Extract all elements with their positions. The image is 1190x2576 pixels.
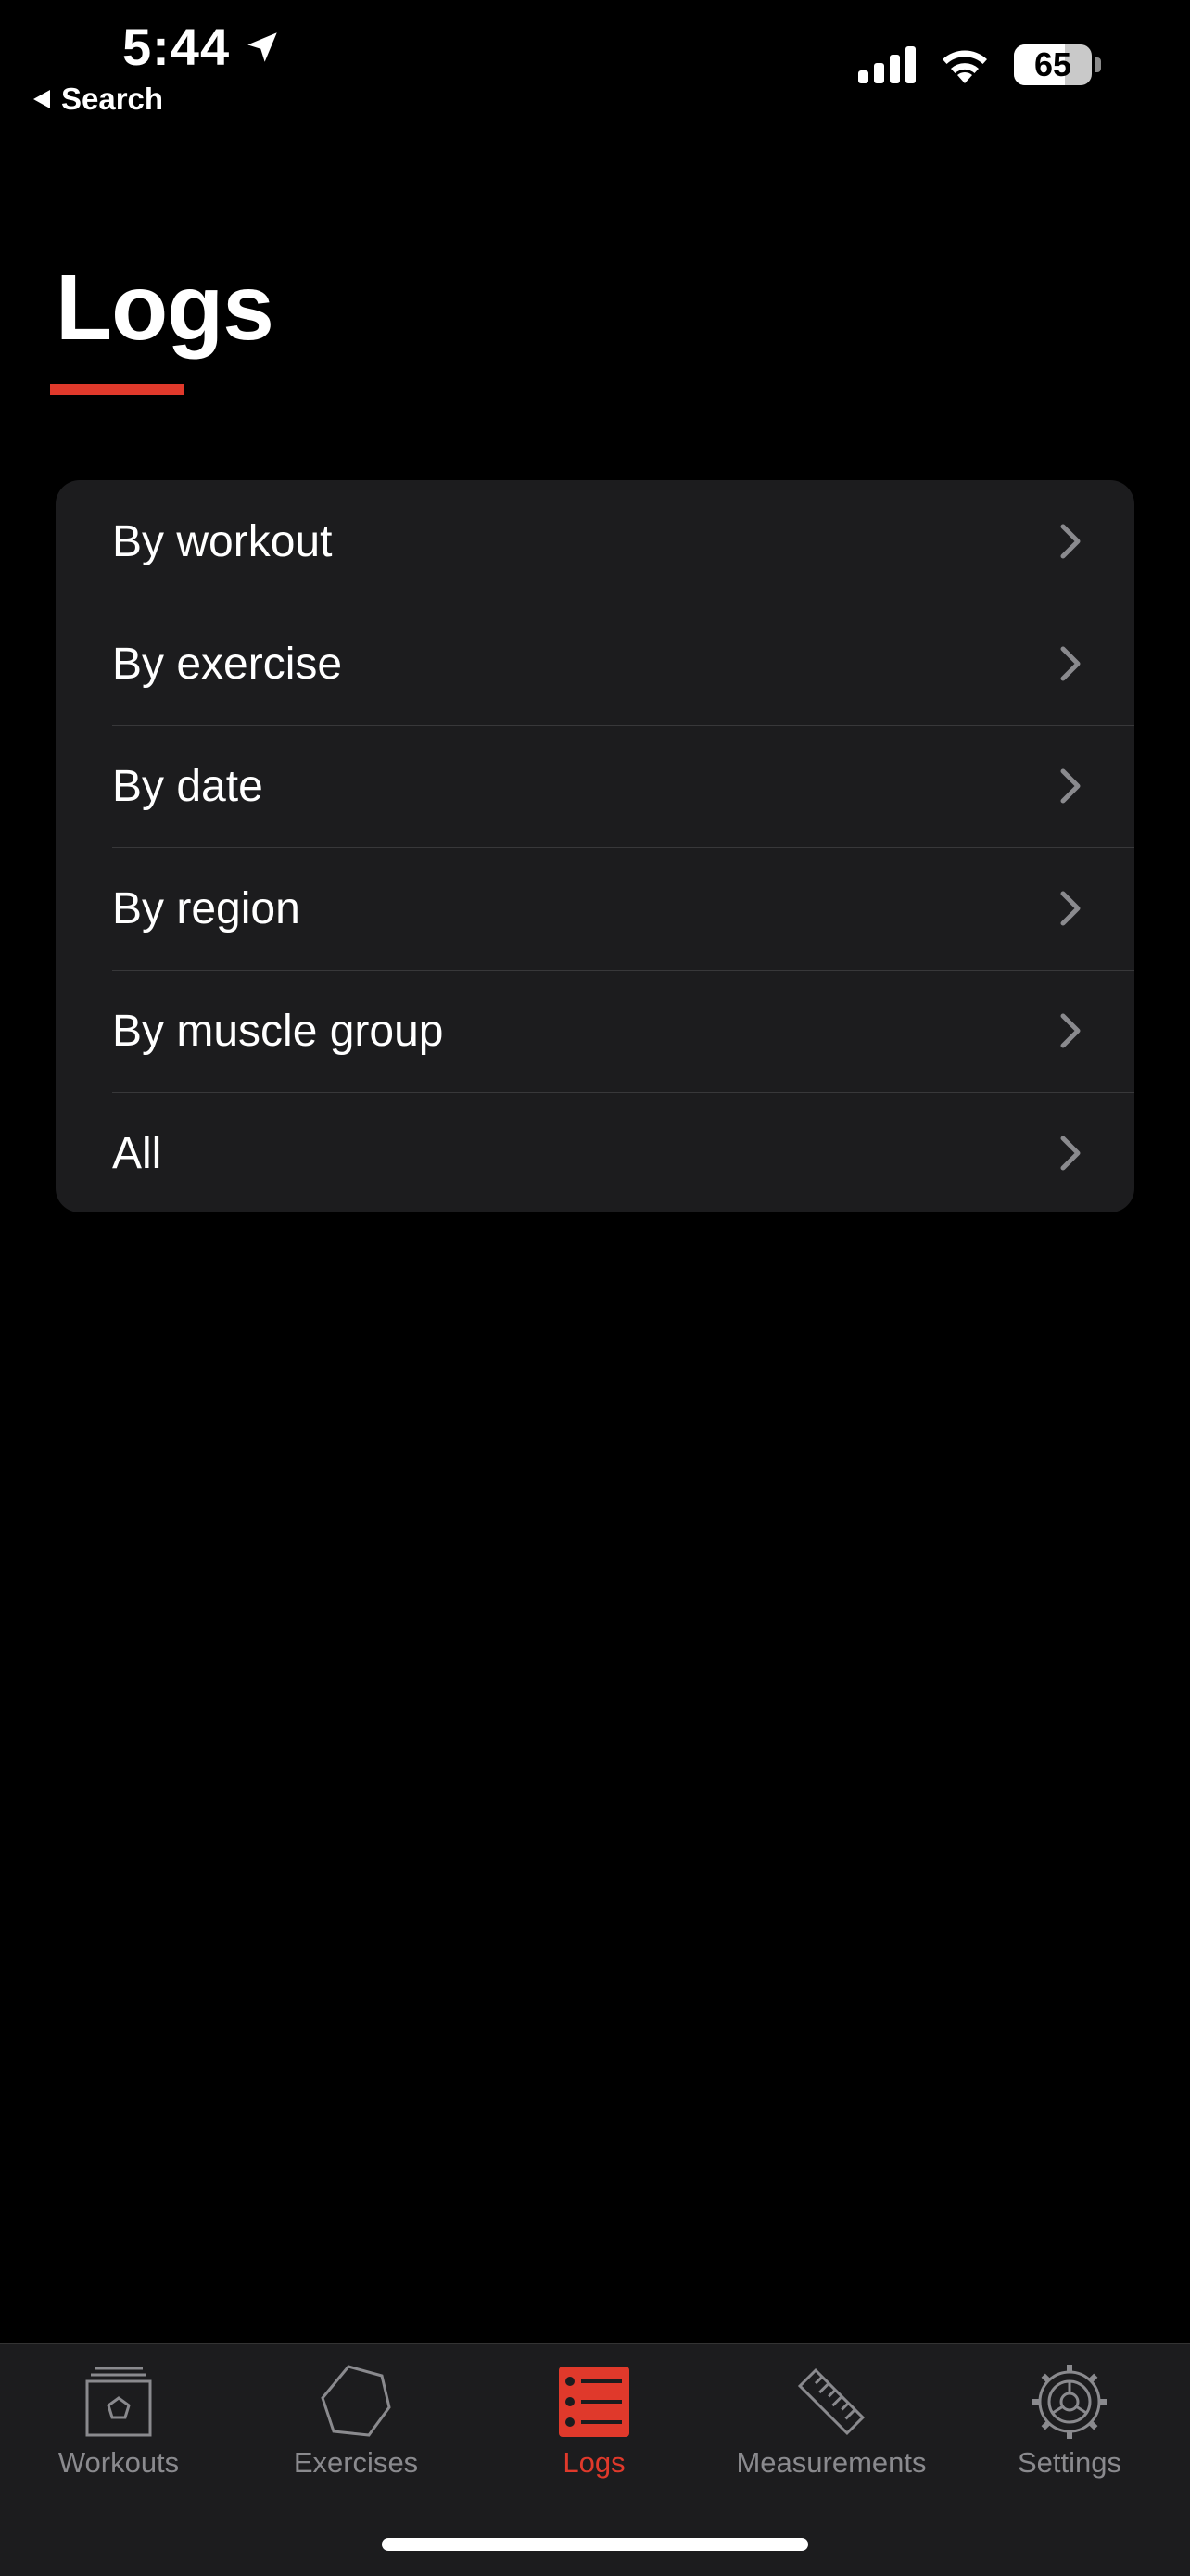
status-indicators: 65 bbox=[858, 44, 1101, 85]
tab-label: Exercises bbox=[293, 2446, 419, 2479]
back-label: Search bbox=[61, 82, 164, 116]
tab-label: Workouts bbox=[57, 2446, 180, 2479]
list-item-by-region[interactable]: By region bbox=[56, 847, 1134, 970]
chevron-right-icon bbox=[1060, 891, 1081, 926]
wifi-icon bbox=[943, 50, 987, 83]
ruler-icon bbox=[792, 2363, 870, 2441]
chevron-right-icon bbox=[1060, 646, 1081, 681]
list-item-by-workout[interactable]: By workout bbox=[56, 480, 1134, 603]
list-item-by-exercise[interactable]: By exercise bbox=[56, 603, 1134, 725]
list-item-label: By muscle group bbox=[112, 1006, 444, 1056]
gear-icon bbox=[1031, 2363, 1108, 2441]
workouts-icon bbox=[80, 2363, 158, 2441]
tab-exercises[interactable]: Exercises bbox=[254, 2363, 458, 2480]
back-triangle-icon bbox=[33, 90, 50, 108]
battery-icon: 65 bbox=[1014, 44, 1092, 85]
title-underline bbox=[50, 384, 184, 395]
list-item-by-date[interactable]: By date bbox=[56, 725, 1134, 847]
page-title: Logs bbox=[56, 256, 274, 360]
location-arrow-icon bbox=[247, 32, 277, 62]
status-time: 5:44 bbox=[122, 17, 282, 77]
chevron-right-icon bbox=[1060, 524, 1081, 559]
tab-workouts[interactable]: Workouts bbox=[17, 2363, 221, 2480]
logs-menu-list: By workout By exercise By date By region… bbox=[56, 480, 1134, 1212]
cellular-signal-icon bbox=[858, 46, 916, 83]
list-item-label: By workout bbox=[112, 516, 333, 566]
list-item-label: By date bbox=[112, 761, 263, 811]
list-item-label: All bbox=[112, 1128, 162, 1178]
tab-label: Measurements bbox=[736, 2446, 927, 2479]
list-item-label: By region bbox=[112, 883, 300, 933]
battery-percent: 65 bbox=[1033, 45, 1072, 83]
tab-settings[interactable]: Settings bbox=[968, 2363, 1171, 2480]
tab-logs[interactable]: Logs bbox=[492, 2363, 696, 2480]
list-item-label: By exercise bbox=[112, 639, 343, 689]
hexagon-icon bbox=[317, 2363, 395, 2441]
chevron-right-icon bbox=[1060, 1013, 1081, 1048]
list-icon bbox=[555, 2363, 633, 2441]
tab-measurements[interactable]: Measurements bbox=[729, 2363, 933, 2480]
list-item-all[interactable]: All bbox=[56, 1092, 1134, 1212]
chevron-right-icon bbox=[1060, 1136, 1081, 1171]
chevron-right-icon bbox=[1060, 768, 1081, 804]
tab-label: Logs bbox=[563, 2446, 626, 2479]
battery-nub bbox=[1095, 57, 1101, 72]
back-to-search-button[interactable]: Search bbox=[33, 82, 163, 117]
clock: 5:44 bbox=[122, 18, 231, 76]
home-indicator[interactable] bbox=[382, 2538, 808, 2551]
tab-label: Settings bbox=[1017, 2446, 1121, 2479]
list-item-by-muscle-group[interactable]: By muscle group bbox=[56, 970, 1134, 1092]
